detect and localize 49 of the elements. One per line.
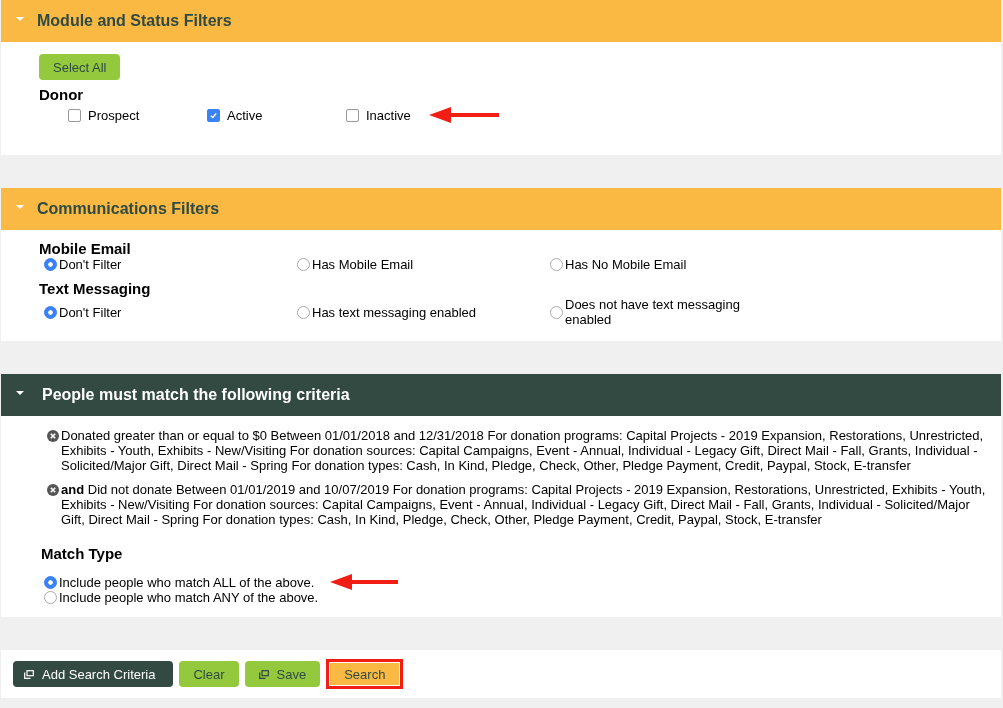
criterion-text: and Did not donate Between 01/01/2019 and 10/07/2019 For donation programs: Capital Projects - 2019 Expansion, Restorations, Unrestricted, Exhibits - Youth, Exhibits - New/Visiting For donation sources: Capital Campaigns, Event - Annual, Individual - Legacy Gift, Direct Mail - Fall, Grants, Individual - Solicited/Major Gift, Direct Mail - Spring For donation types: Cash, In Kind, Pledge, Check, Other, Pledge Payment, Credit, Paypal, Stock, E-transfer [61,482,987,527]
criterion-text: Donated greater than or equal to $0 Between 01/01/2018 and 12/31/2018 For donation programs: Capital Projects - 2019 Expansion, Restorations, Unrestricted, Exhibits - Youth, Exhibits - New/Visiting For donation sources: Capital Campaigns, Event - Annual, Individual - Legacy Gift, Direct Mail - Fall, Grants, Individual - Solicited/Major Gift, Direct Mail - Spring For donation types: Cash, In Kind, Pledge, Check, Other, Pledge Payment, Credit, Paypal, Stock, E-transfer [61,428,985,473]
remove-icon[interactable] [47,484,59,496]
action-button[interactable]: Clear [179,661,239,687]
action-button[interactable]: Search [330,663,400,685]
radio-button[interactable] [550,305,563,319]
radio-button[interactable] [550,258,563,271]
group-label: Mobile Email [39,240,132,257]
action-button[interactable]: Save [244,661,321,687]
section-title: Module and Status Filters [37,12,232,30]
checkbox-label: Inactive [366,107,411,123]
checkbox[interactable] [346,108,359,122]
window-icon [24,669,34,679]
radio-button[interactable] [297,258,310,271]
radio-label: Has Mobile Email [312,257,414,272]
radio-label: Has text messaging enabled [312,304,477,320]
remove-icon[interactable] [47,430,59,442]
section-title: People must match the following criteria [42,386,350,404]
radio-button[interactable] [44,305,57,319]
radio-label: Include people who match ANY of the above. [59,590,319,605]
section-header[interactable]: Module and Status Filters [1,0,1001,42]
caret-icon [16,17,24,21]
radio-label: Don't Filter [59,304,122,320]
annotation-arrow [330,574,399,590]
radio-button[interactable] [297,305,310,319]
radio-label: Has No Mobile Email [565,257,687,272]
group-label: Text Messaging [39,280,152,297]
checkbox[interactable] [207,108,220,122]
checkbox-label: Prospect [88,107,140,123]
checkbox[interactable] [68,108,81,122]
checkbox-label: Active [227,107,263,123]
radio-button[interactable] [44,258,57,271]
radio-label: Does not have text messaging enabled [565,297,741,327]
window-icon [258,669,269,679]
group-label: Match Type [41,545,124,562]
select-all-button[interactable]: Select All [39,54,121,80]
caret-icon [16,391,24,395]
radio-button[interactable] [44,575,57,589]
group-label: Donor [39,86,85,103]
radio-button[interactable] [44,591,57,604]
radio-label: Don't Filter [59,257,122,272]
radio-label: Include people who match ALL of the above. [59,574,315,590]
annotation-arrow [428,107,499,123]
section-header[interactable]: Communications Filters [1,188,1001,230]
action-button[interactable]: Add Search Criteria [13,661,174,687]
section-title: Communications Filters [37,200,220,218]
checkmark-icon [209,110,218,120]
section-header[interactable]: People must match the following criteria [1,374,1001,416]
caret-icon [16,205,24,209]
